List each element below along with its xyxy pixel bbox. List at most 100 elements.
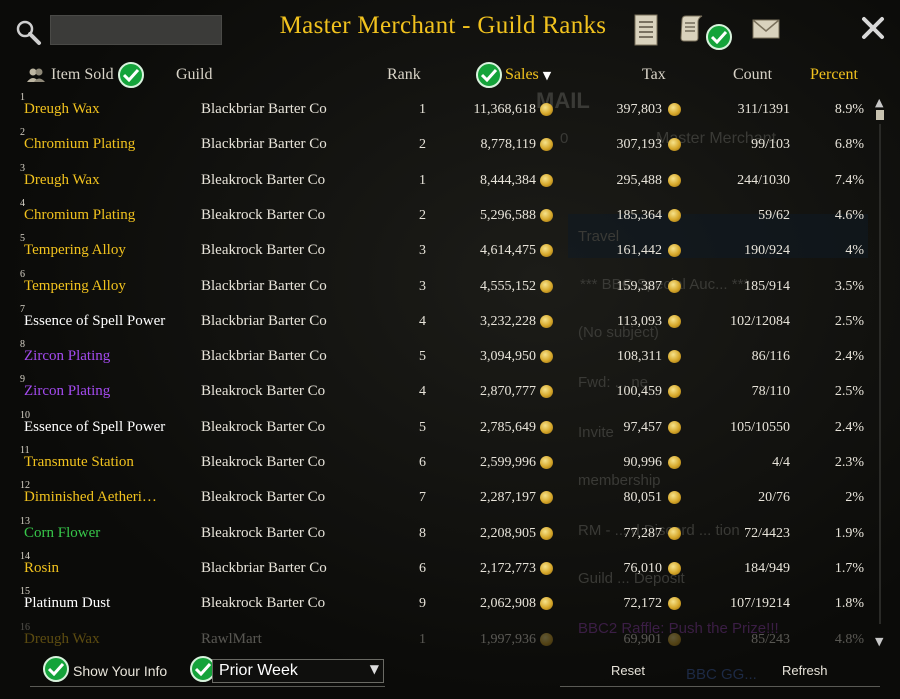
column-header-guild[interactable]: Guild	[176, 66, 212, 84]
scroll-icon[interactable]	[678, 14, 706, 47]
column-header-sales[interactable]: Sales ▼	[505, 66, 551, 84]
item-name[interactable]: Zircon Plating	[24, 383, 110, 400]
refresh-button[interactable]: Refresh	[782, 663, 828, 678]
check-icon[interactable]	[43, 656, 69, 682]
tax-value: 97,457	[623, 419, 663, 435]
column-header-rank[interactable]: Rank	[387, 66, 421, 84]
count-value: 86/116	[751, 349, 790, 365]
column-header-tax[interactable]: Tax	[642, 66, 666, 84]
rank-value: 2	[419, 137, 426, 153]
gold-coin-icon	[668, 350, 681, 364]
table-row[interactable]: 9 Zircon Plating Bleakrock Barter Co 4 2,870…	[0, 372, 870, 407]
count-value: 102/12084	[730, 313, 790, 329]
mail-icon[interactable]	[752, 18, 780, 45]
table-row[interactable]: 1 Dreugh Wax Blackbriar Barter Co 1 11,368,6…	[0, 90, 870, 125]
sales-value: 4,555,152	[480, 278, 536, 294]
period-dropdown-value: Prior Week	[219, 662, 298, 679]
column-header-count[interactable]: Count	[733, 66, 772, 84]
table-row[interactable]: 3 Dreugh Wax Bleakrock Barter Co 1 8,444,384…	[0, 161, 870, 196]
tax-value: 72,172	[623, 596, 663, 612]
table-row[interactable]: 10 Essence of Spell Power Bleakrock Barter…	[0, 408, 870, 443]
percent-value: 2.4%	[834, 349, 864, 365]
rank-value: 4	[419, 313, 426, 329]
gold-coin-icon	[540, 244, 553, 258]
sales-value: 11,368,618	[473, 102, 536, 117]
check-icon[interactable]	[118, 62, 144, 88]
guild-name: Blackbriar Barter Co	[201, 101, 327, 117]
gold-coin-icon	[540, 103, 553, 116]
item-name[interactable]: Chromium Plating	[24, 136, 135, 153]
item-name[interactable]: Essence of Spell Power	[24, 419, 165, 436]
rank-value: 3	[419, 243, 426, 259]
table-row[interactable]: 4 Chromium Plating Bleakrock Barter Co 2 5,2…	[0, 196, 870, 231]
guild-name: Bleakrock Barter Co	[201, 383, 326, 400]
table-row[interactable]: 14 Rosin Blackbriar Barter Co 6 2,172,773 76,…	[0, 549, 870, 584]
rank-value: 2	[419, 207, 426, 223]
reset-button[interactable]: Reset	[611, 663, 645, 678]
count-value: 20/76	[758, 490, 790, 506]
tax-value: 77,287	[623, 525, 663, 541]
table-row[interactable]: 5 Tempering Alloy Bleakrock Barter Co 3 4,61…	[0, 231, 870, 266]
search-icon[interactable]	[14, 18, 42, 46]
percent-value: 6.8%	[834, 137, 864, 153]
table-row[interactable]: 2 Chromium Plating Blackbriar Barter Co 2 8,…	[0, 125, 870, 160]
sales-value: 2,062,908	[480, 596, 536, 612]
ledger-icon[interactable]	[633, 14, 659, 51]
people-icon[interactable]	[26, 67, 46, 88]
percent-value: 8.9%	[834, 102, 864, 117]
scroll-down-icon[interactable]: ▼	[875, 635, 883, 648]
guild-name: Blackbriar Barter Co	[201, 348, 327, 365]
table-row[interactable]: 13 Corn Flower Bleakrock Barter Co 8 2,208,9…	[0, 514, 870, 549]
check-icon[interactable]	[706, 24, 732, 50]
sales-value: 5,296,588	[480, 207, 536, 223]
item-name[interactable]: Chromium Plating	[24, 207, 135, 224]
tax-value: 108,311	[617, 349, 662, 365]
tax-value: 76,010	[623, 560, 663, 576]
table-row[interactable]: 7 Essence of Spell Power Blackbriar Barter…	[0, 302, 870, 337]
close-icon[interactable]	[860, 15, 886, 41]
gold-coin-icon	[540, 350, 553, 364]
percent-value: 2.4%	[834, 419, 864, 435]
scrollbar-thumb[interactable]	[876, 110, 884, 120]
item-name[interactable]: Rosin	[24, 560, 59, 577]
percent-value: 2.5%	[834, 384, 864, 400]
percent-value: 1.9%	[834, 525, 864, 541]
table-row[interactable]: 8 Zircon Plating Blackbriar Barter Co 5 3,09…	[0, 337, 870, 372]
table-row[interactable]: 12 Diminished Aetheri… Bleakrock Barter Co…	[0, 478, 870, 513]
column-header-item-sold[interactable]: Item Sold	[51, 66, 114, 84]
rank-value: 6	[419, 560, 426, 576]
item-name[interactable]: Dreugh Wax	[24, 172, 100, 189]
item-name[interactable]: Dreugh Wax	[24, 101, 100, 118]
item-name[interactable]: Tempering Alloy	[24, 278, 126, 295]
item-name[interactable]: Essence of Spell Power	[24, 313, 165, 330]
column-header-percent[interactable]: Percent	[810, 66, 858, 84]
item-name[interactable]: Dreugh Wax	[24, 631, 100, 648]
percent-value: 3.5%	[834, 278, 864, 294]
sales-value: 2,870,777	[480, 384, 536, 400]
item-name[interactable]: Platinum Dust	[24, 595, 110, 612]
show-your-info-toggle[interactable]: Show Your Info	[73, 663, 167, 679]
item-name[interactable]: Tempering Alloy	[24, 242, 126, 259]
item-name[interactable]: Transmute Station	[24, 454, 134, 471]
item-name[interactable]: Diminished Aetheri…	[24, 489, 157, 506]
rank-value: 5	[419, 419, 426, 435]
gold-coin-icon	[540, 491, 553, 505]
gold-coin-icon	[668, 526, 681, 540]
table-row[interactable]: 6 Tempering Alloy Blackbriar Barter Co 3 4,5…	[0, 267, 870, 302]
gold-coin-icon	[668, 314, 681, 328]
item-name[interactable]: Zircon Plating	[24, 348, 110, 365]
search-input[interactable]	[50, 15, 222, 45]
count-value: 85/243	[751, 631, 790, 647]
table-row[interactable]: 11 Transmute Station Bleakrock Barter Co 6 2…	[0, 443, 870, 478]
chevron-down-icon[interactable]: ▼	[370, 662, 379, 676]
gold-coin-icon	[540, 420, 553, 434]
item-name[interactable]: Corn Flower	[24, 525, 100, 542]
table-row[interactable]: 16 Dreugh Wax RawlMart 1 1,997,936 69,901 85/2…	[0, 620, 870, 651]
period-dropdown[interactable]: Prior Week ▼	[212, 659, 384, 683]
scroll-up-icon[interactable]: ▲	[875, 96, 883, 109]
table-row[interactable]: 15 Platinum Dust Bleakrock Barter Co 9 2,062…	[0, 584, 870, 619]
count-value: 244/1030	[737, 172, 790, 188]
check-icon[interactable]	[476, 62, 502, 88]
tax-value: 397,803	[616, 102, 663, 117]
guild-name: Bleakrock Barter Co	[201, 418, 326, 435]
